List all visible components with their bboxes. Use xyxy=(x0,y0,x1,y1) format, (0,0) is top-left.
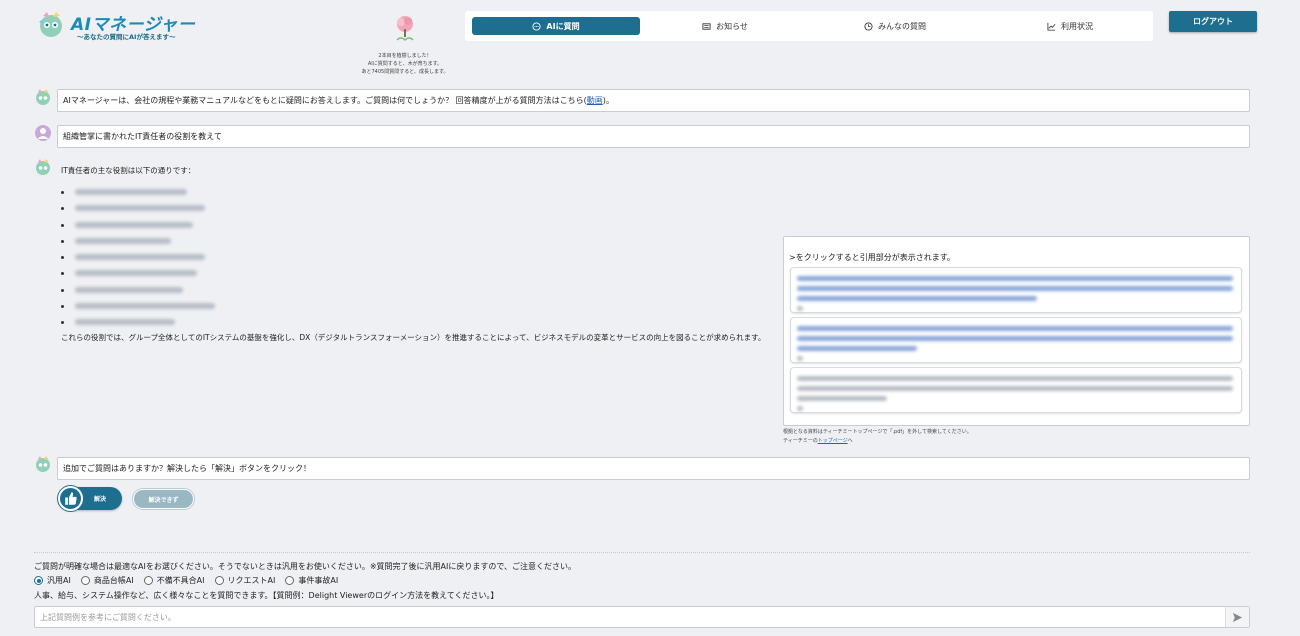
radio-selected-icon[interactable] xyxy=(34,576,43,585)
answer-conclusion: これらの役割では、グループ全体としてのITシステムの基盤を強化し、DX（デジタル… xyxy=(61,333,766,342)
send-button[interactable] xyxy=(1225,607,1249,627)
answer-role-list xyxy=(61,186,781,333)
logout-button[interactable]: ログアウト xyxy=(1169,11,1257,32)
tab-usage[interactable]: 利用状況 xyxy=(1005,17,1135,35)
intro-text-end: )。 xyxy=(602,96,614,105)
list-item xyxy=(61,235,781,251)
video-link[interactable]: 動画 xyxy=(587,95,603,106)
send-icon xyxy=(1232,612,1243,622)
citation-expand-icon[interactable] xyxy=(797,356,803,361)
radio-defect-ai[interactable]: 不備不具合AI xyxy=(143,575,205,586)
question-input-box xyxy=(34,606,1250,628)
citation-card[interactable] xyxy=(790,367,1242,413)
radio-icon[interactable] xyxy=(285,576,295,585)
app-logo[interactable]: AIマネージャー 〜あなたの質問にAIが答えます〜 xyxy=(37,10,195,41)
citation-note-line: 根拠となる資料はティーチミートップページで「.pdf」を外して検索してください。 xyxy=(783,429,972,435)
user-question-message: 組織管掌に書かれたIT責任者の役割を教えて xyxy=(57,125,1250,148)
tab-everyone-questions[interactable]: みんなの質問 xyxy=(830,17,960,35)
list-item xyxy=(61,300,781,316)
citation-expand-icon[interactable] xyxy=(797,406,803,411)
citation-heading: >をクリックすると引用部分が表示されます。 xyxy=(789,253,955,262)
radio-request-ai[interactable]: リクエストAI xyxy=(214,575,276,586)
citation-link-line xyxy=(797,326,1233,331)
tab-label: 利用状況 xyxy=(1061,21,1093,31)
unsolved-button[interactable]: 解決できず xyxy=(133,489,194,509)
ai-avatar-icon xyxy=(36,456,50,472)
list-item xyxy=(61,251,781,267)
tab-ai-question[interactable]: AIに質問 xyxy=(472,17,640,35)
citation-link-line xyxy=(797,296,1037,301)
followup-message: 追加でご質問はありますか？解決したら「解決」ボタンをクリック！ xyxy=(57,457,1250,480)
tree-icon xyxy=(396,16,414,42)
logo-subtitle: 〜あなたの質問にAIが答えます〜 xyxy=(77,33,176,41)
tab-label: お知らせ xyxy=(716,21,748,31)
citation-card[interactable] xyxy=(790,317,1242,363)
radio-icon[interactable] xyxy=(143,576,153,585)
citation-link-line xyxy=(797,336,1233,341)
citation-link-line xyxy=(797,386,1233,391)
answer-lead: IT責任者の主な役割は以下の通りです： xyxy=(61,166,196,175)
user-avatar-icon xyxy=(35,125,51,141)
radio-label: 商品台帳AI xyxy=(93,576,134,585)
ai-avatar-icon xyxy=(36,89,50,105)
citation-link-line xyxy=(797,346,917,351)
note-prefix: ティーチミーの xyxy=(783,437,818,444)
question-input[interactable] xyxy=(35,607,1220,627)
top-page-link[interactable]: トップページ xyxy=(818,438,848,444)
question-example-hint: 人事、給与、システム操作など、広く様々なことを質問できます。【質問例：Delig… xyxy=(34,591,499,600)
tree-message-line: あと7405問質問すると、成長します。 xyxy=(361,69,449,75)
radio-label: 汎用AI xyxy=(47,576,71,585)
radio-general-ai[interactable]: 汎用AI xyxy=(34,575,71,586)
ai-answer: IT責任者の主な役割は以下の通りです： これらの役割では、グループ全体としてのI… xyxy=(61,165,781,342)
clock-icon xyxy=(864,21,873,31)
news-icon xyxy=(702,22,711,30)
citation-link-line xyxy=(797,276,1233,281)
ai-avatar-icon xyxy=(36,159,50,175)
chart-icon xyxy=(1047,22,1056,31)
divider xyxy=(34,552,1250,553)
radio-icon[interactable] xyxy=(80,576,90,585)
citation-expand-icon[interactable] xyxy=(797,306,803,311)
ai-selection-notice: ご質問が明確な場合は最適なAIをお選びください。そうでないときは汎用をお使いくだ… xyxy=(34,562,577,571)
citation-link-line xyxy=(797,286,1233,291)
radio-icon[interactable] xyxy=(214,576,224,585)
note-suffix: へ xyxy=(847,437,853,444)
radio-label: 不備不具合AI xyxy=(156,576,205,585)
radio-label: リクエストAI xyxy=(227,576,276,585)
list-item xyxy=(61,267,781,283)
citation-card[interactable] xyxy=(790,267,1242,313)
tree-message-line: 2本目を植樹しました！ xyxy=(378,53,432,59)
ai-intro-message: AIマネージャーは、会社の規程や業務マニュアルなどをもとに疑問にお答えします。ご… xyxy=(57,89,1250,112)
intro-text: AIマネージャーは、会社の規程や業務マニュアルなどをもとに疑問にお答えします。ご… xyxy=(63,96,587,105)
citation-panel: >をクリックすると引用部分が表示されます。 xyxy=(783,236,1250,426)
tree-message-line: AIに質問すると、木が育ちます。 xyxy=(367,61,443,67)
list-item xyxy=(61,284,781,300)
list-item xyxy=(61,219,781,235)
chat-icon xyxy=(532,21,541,31)
list-item xyxy=(61,186,781,202)
tab-label: みんなの質問 xyxy=(878,21,926,31)
list-item xyxy=(61,202,781,218)
ai-type-radio-group: 汎用AI 商品台帳AI 不備不具合AI リクエストAI 事件事故AI xyxy=(34,575,338,586)
main-nav: AIに質問 お知らせ みんなの質問 利用状況 xyxy=(465,11,1153,41)
citation-link-line xyxy=(797,376,1233,381)
tree-message: 2本目を植樹しました！ AIに質問すると、木が育ちます。 あと7405問質問する… xyxy=(335,52,475,76)
tab-label: AIに質問 xyxy=(546,21,580,31)
thumbs-up-icon xyxy=(58,486,83,511)
radio-label: 事件事故AI xyxy=(298,576,339,585)
radio-incident-ai[interactable]: 事件事故AI xyxy=(285,575,338,586)
radio-product-ledger-ai[interactable]: 商品台帳AI xyxy=(80,575,134,586)
citation-note: 根拠となる資料はティーチミートップページで「.pdf」を外して検索してください。… xyxy=(783,428,972,445)
logo-badge-icon xyxy=(39,12,62,37)
citation-note-line: ティーチミーのトップページへ xyxy=(783,437,972,446)
citation-link-line xyxy=(797,396,887,401)
tab-news[interactable]: お知らせ xyxy=(665,17,785,35)
